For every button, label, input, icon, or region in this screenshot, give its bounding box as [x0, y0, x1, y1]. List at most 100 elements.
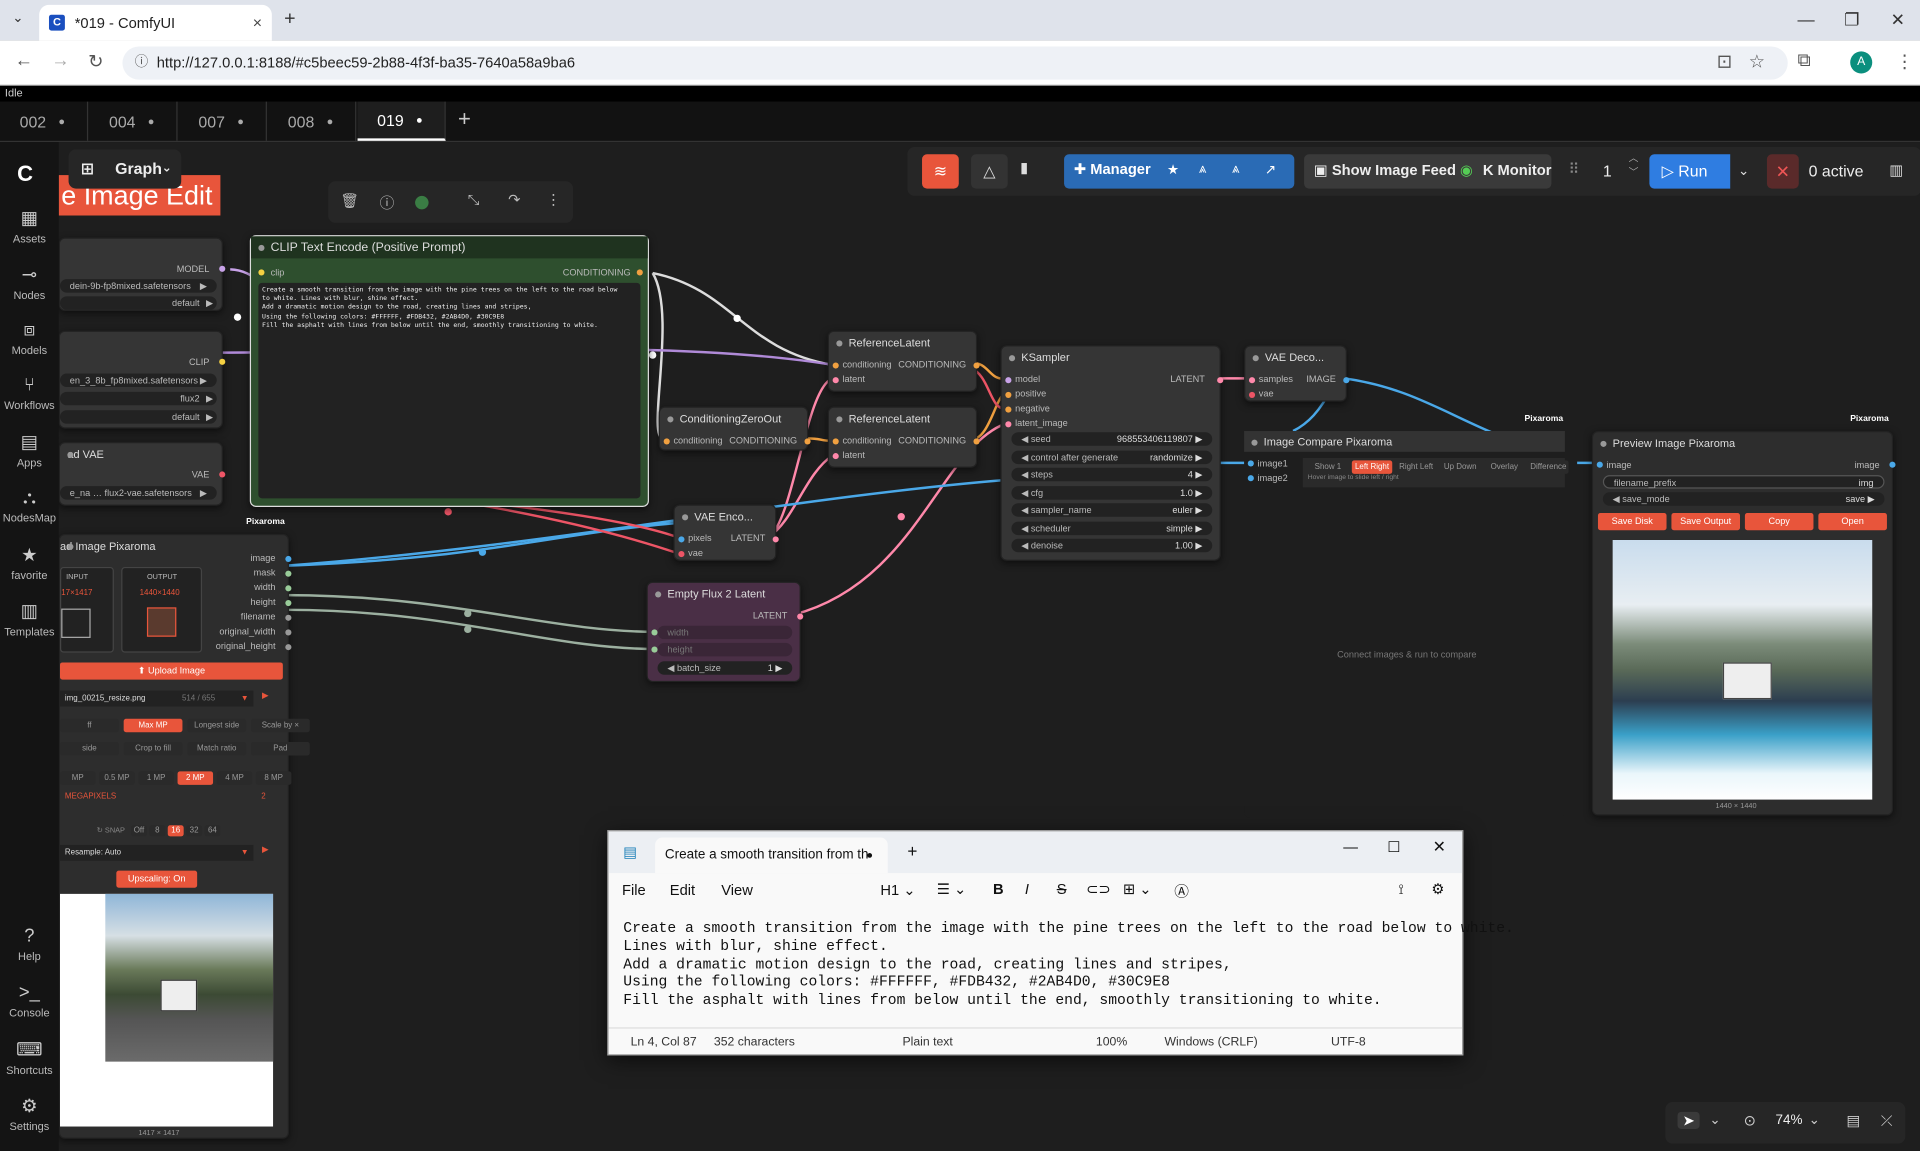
clip-name-widget[interactable]: en_3_8b_fp8mixed.safetensors ▶	[60, 373, 217, 387]
zoom-level[interactable]: 74%	[1776, 1113, 1803, 1128]
zoom-chevron-icon[interactable]: ⌄	[1809, 1112, 1820, 1128]
save-output-button[interactable]: Save Output	[1671, 513, 1741, 531]
vae-input-dot[interactable]	[1248, 391, 1256, 398]
width-output-dot[interactable]	[285, 585, 292, 592]
width-output[interactable]: width	[254, 582, 275, 593]
compare-mode-up-down[interactable]: Up Down	[1440, 460, 1481, 474]
snap-option-64[interactable]: 64	[204, 825, 221, 837]
open-button[interactable]: Open	[1818, 513, 1887, 531]
fit-mode-1[interactable]: Crop to fill	[123, 742, 183, 756]
cancel-icon[interactable]: ✕	[1766, 154, 1799, 189]
browser-tab[interactable]: C *019 - ComfyUI ×	[39, 4, 272, 41]
menu-edit[interactable]: Edit	[670, 882, 695, 899]
reference-latent-node-2[interactable]: ReferenceLatent conditioning CONDITIONIN…	[827, 406, 980, 468]
mask-output[interactable]: mask	[254, 567, 276, 578]
bookmark-star-icon[interactable]: ☆	[1749, 50, 1765, 72]
conditioning-output-dot[interactable]	[973, 438, 980, 445]
latent_image-input-dot[interactable]	[1005, 421, 1012, 428]
conditioning-input[interactable]: conditioning	[842, 359, 891, 370]
drag-handle-icon[interactable]: ⠿	[1569, 160, 1580, 177]
latent_image-input[interactable]: latent_image	[1015, 418, 1068, 429]
negative-input-dot[interactable]	[1005, 406, 1012, 413]
tab-workflow-004[interactable]: 004 ●	[89, 101, 178, 141]
sidebar-item-shortcuts[interactable]: ⌨ Shortcuts	[0, 1038, 59, 1077]
weight-dtype-widget[interactable]: default ▶	[60, 296, 217, 310]
sidebar-item-help[interactable]: ? Help	[0, 926, 59, 963]
more-icon[interactable]: ⋮	[546, 191, 561, 208]
vae-loader-node[interactable]: ad VAE VAE e_na … flux2-vae.safetensors ▶	[58, 442, 226, 506]
scheduler-widget[interactable]: ◀ scheduler simple ▶	[1011, 521, 1213, 535]
prompt-textarea[interactable]: Create a smooth transition from the imag…	[258, 282, 641, 499]
panel-toggle-icon[interactable]: ▥	[1889, 162, 1903, 179]
compare-mode-show-1[interactable]: Show 1	[1307, 460, 1349, 474]
snap-option-off[interactable]: Off	[131, 825, 147, 837]
pixaroma-icon[interactable]: △	[971, 154, 1008, 189]
color-picker-icon[interactable]	[415, 195, 429, 210]
site-info-icon[interactable]: ⓘ	[135, 47, 148, 80]
star-icon[interactable]: ★	[1167, 162, 1179, 178]
conditioning-input-dot[interactable]	[663, 438, 670, 445]
fit-view-icon[interactable]: ⊙	[1744, 1112, 1756, 1129]
filename-output[interactable]: filename	[241, 611, 276, 622]
denoise-widget[interactable]: ◀ denoise 1.00 ▶	[1011, 538, 1213, 553]
resample-select[interactable]: Resample: Auto ▼	[60, 844, 254, 861]
unet-name-widget[interactable]: dein-9b-fp8mixed.safetensors ▶	[60, 279, 217, 293]
image-output[interactable]: image	[250, 552, 275, 563]
snap-option-16[interactable]: 16	[167, 825, 184, 837]
fit-mode-0[interactable]: side	[60, 742, 119, 756]
graph-mode-button[interactable]: ⊞ Graph ⌄	[68, 149, 182, 189]
bold-icon[interactable]: B	[993, 880, 1004, 897]
filename-output-dot[interactable]	[285, 614, 292, 621]
conditioning-output-dot[interactable]	[973, 362, 980, 369]
conditioning-input[interactable]: conditioning	[842, 435, 891, 446]
negative-input[interactable]: negative	[1015, 403, 1050, 414]
latent-output-dot[interactable]	[772, 536, 779, 543]
conditioning-output-dot[interactable]	[636, 269, 643, 276]
tab-search-icon[interactable]: ⌄	[12, 10, 23, 26]
conditioning-input[interactable]: conditioning	[673, 435, 722, 446]
compare-mode-difference[interactable]: Difference	[1528, 460, 1569, 474]
delete-icon[interactable]: 🗑	[340, 192, 359, 209]
sampler_name-widget[interactable]: ◀ sampler_name euler ▶	[1011, 503, 1213, 517]
original-width-output-dot[interactable]	[285, 629, 292, 636]
original-width-output[interactable]: original_width	[219, 626, 275, 637]
select-tool-icon[interactable]: ➤	[1677, 1111, 1700, 1129]
vae-output[interactable]: VAE	[192, 469, 210, 480]
pixels-input-dot[interactable]	[678, 536, 685, 543]
conditioning-output[interactable]: CONDITIONING	[898, 359, 966, 370]
resize-mode-2[interactable]: Longest side	[187, 718, 247, 733]
sidebar-item-favorite[interactable]: ★ favorite	[0, 544, 59, 582]
model-update-icon[interactable]: ⩓	[1232, 162, 1240, 178]
url-field[interactable]: ⓘ http://127.0.0.1:8188/#c5beec59-2b88-4…	[122, 46, 1788, 80]
model-output-dot[interactable]	[219, 265, 226, 272]
image-input[interactable]: image	[1607, 459, 1632, 470]
sidebar-item-workflows[interactable]: ⑂ Workflows	[0, 375, 59, 412]
image1-input[interactable]: image1	[1258, 458, 1288, 469]
megapixel-option-3[interactable]: 2 MP	[177, 771, 214, 785]
close-window-icon[interactable]: ✕	[1891, 10, 1905, 31]
resize-mode-3[interactable]: Scale by ×	[251, 718, 310, 733]
link-icon[interactable]: ⊂⊃	[1086, 880, 1111, 897]
snap-option-8[interactable]: 8	[149, 825, 166, 837]
cfg-widget[interactable]: ◀ cfg 1.0 ▶	[1011, 485, 1213, 499]
notepad-tab[interactable]: Create a smooth transition from th ●	[655, 837, 888, 874]
copilot-icon[interactable]: ⟟	[1398, 880, 1403, 898]
image-output[interactable]: IMAGE	[1306, 373, 1336, 384]
height-widget[interactable]: height	[657, 642, 793, 657]
install-app-icon[interactable]: ⊡	[1717, 50, 1732, 72]
vae-name-widget[interactable]: e_na … flux2-vae.safetensors ▶	[60, 486, 217, 500]
samples-input-dot[interactable]	[1248, 377, 1256, 384]
latent-input[interactable]: latent	[842, 373, 864, 384]
save-disk-button[interactable]: Save Disk	[1597, 513, 1667, 531]
mask-output-dot[interactable]	[285, 570, 292, 577]
width-widget[interactable]: width	[657, 625, 793, 640]
profile-avatar[interactable]: A	[1850, 51, 1873, 74]
image1-input-dot[interactable]	[1247, 460, 1254, 467]
conditioning-output[interactable]: CONDITIONING	[898, 435, 966, 446]
clip-output-dot[interactable]	[219, 358, 226, 365]
sidebar-item-models[interactable]: ⧈ Models	[0, 320, 59, 357]
monitor-button[interactable]: K Monitor	[1483, 162, 1552, 179]
image-output-dot[interactable]	[1889, 461, 1896, 468]
image2-input[interactable]: image2	[1258, 473, 1288, 484]
table-icon[interactable]: ⊞ ⌄	[1123, 880, 1152, 897]
